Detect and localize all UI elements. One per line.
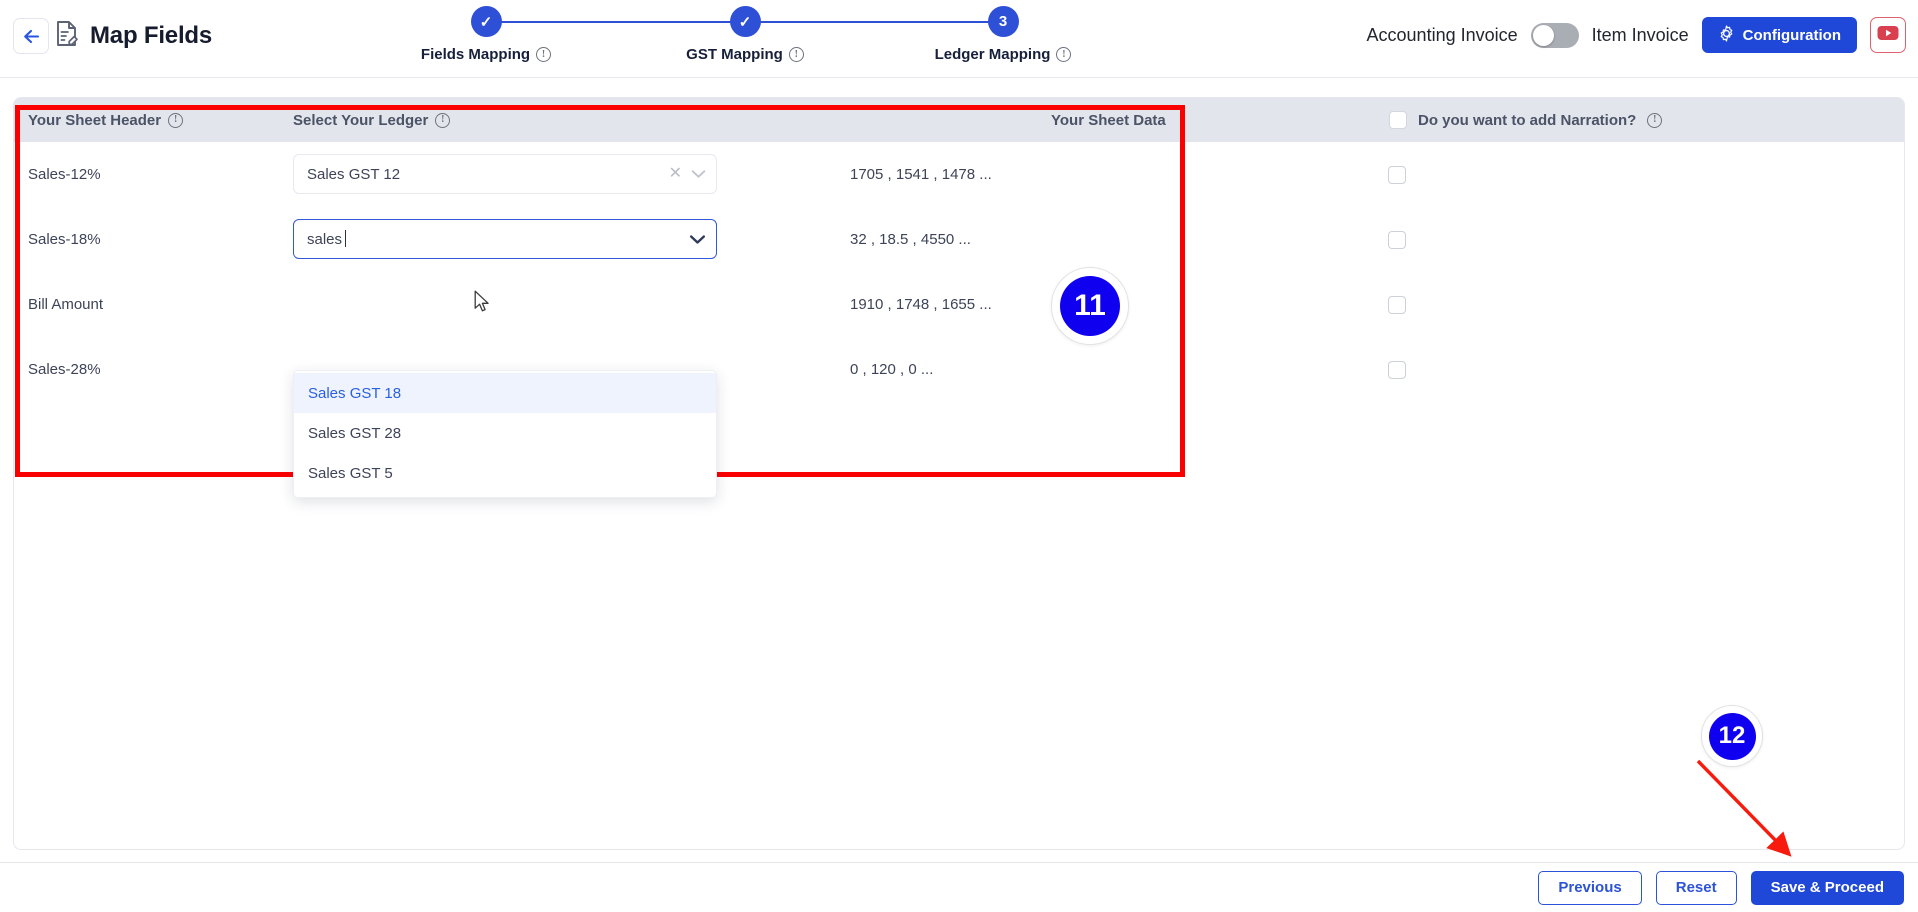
info-icon[interactable]: ! — [168, 112, 184, 128]
row-ledger-cell: sales — [293, 219, 717, 259]
stepper-step-gst-mapping[interactable]: ✓ GST Mapping ! — [645, 6, 845, 63]
column-header-narration: Do you want to add Narration? ! — [1389, 98, 1663, 142]
stepper-connector-1 — [486, 21, 746, 23]
dropdown-option-sales-gst-18[interactable]: Sales GST 18 — [294, 373, 716, 413]
info-icon[interactable]: ! — [536, 47, 552, 62]
close-icon[interactable]: ✕ — [669, 166, 682, 182]
item-invoice-label: Item Invoice — [1591, 24, 1689, 45]
narration-checkbox-row-2[interactable] — [1388, 230, 1406, 249]
table-row: Sales-18% sales 32 , 18.5 , 4550 ... — [14, 207, 1904, 272]
column-header-narration-label: Do you want to add Narration? — [1418, 111, 1637, 129]
row-narration-cell — [1388, 337, 1406, 402]
ledger-select-typed-text-row-2: sales — [307, 231, 343, 248]
badge-11-value: 11 — [1060, 276, 1120, 336]
previous-button[interactable]: Previous — [1538, 870, 1642, 905]
info-icon[interactable]: ! — [788, 47, 804, 62]
footer-bar: Previous Reset Save & Proceed — [0, 862, 1918, 912]
narration-checkbox-row-1[interactable] — [1388, 165, 1406, 184]
stepper-step-fields-mapping[interactable]: ✓ Fields Mapping ! — [386, 6, 586, 63]
stepper-number-3: 3 — [987, 6, 1019, 37]
top-right-controls: Accounting Invoice Item Invoice Configur… — [1367, 17, 1906, 53]
stepper-label-1: Fields Mapping ! — [386, 46, 586, 63]
ledger-select-icons-row-2 — [689, 234, 706, 245]
stepper-label-text-2: GST Mapping — [686, 46, 783, 63]
row-sheet-header: Sales-18% — [28, 231, 101, 248]
stepper-label-text-3: Ledger Mapping — [934, 46, 1051, 63]
ledger-dropdown-menu[interactable]: Sales GST 18 Sales GST 28 Sales GST 5 — [293, 370, 717, 498]
configuration-button[interactable]: Configuration — [1701, 17, 1857, 53]
invoice-type-toggle[interactable] — [1530, 22, 1579, 48]
top-bar: Map Fields ✓ Fields Mapping ! ✓ GST Mapp… — [0, 0, 1918, 78]
dropdown-option-sales-gst-5[interactable]: Sales GST 5 — [294, 453, 716, 493]
page-title-group: Map Fields — [55, 20, 212, 52]
dropdown-option-sales-gst-28[interactable]: Sales GST 28 — [294, 413, 716, 453]
mapping-card: Your Sheet Header ! Select Your Ledger !… — [13, 97, 1905, 850]
save-and-proceed-button[interactable]: Save & Proceed — [1750, 870, 1904, 905]
stepper-label-2: GST Mapping ! — [645, 46, 845, 63]
text-cursor — [345, 230, 347, 247]
gear-icon — [1718, 24, 1735, 46]
row-narration-cell — [1388, 142, 1406, 207]
column-header-sheet-header: Your Sheet Header ! — [28, 98, 184, 142]
narration-select-all-checkbox[interactable] — [1389, 111, 1407, 129]
badge-12: 12 — [1701, 705, 1763, 767]
row-sheet-data: 32 , 18.5 , 4550 ... — [850, 231, 971, 248]
row-narration-cell — [1388, 207, 1406, 272]
row-sheet-data: 1910 , 1748 , 1655 ... — [850, 296, 992, 313]
info-icon[interactable]: ! — [1056, 47, 1072, 62]
toggle-knob — [1532, 24, 1554, 46]
info-icon[interactable]: ! — [1647, 112, 1663, 128]
configuration-label: Configuration — [1742, 26, 1841, 44]
narration-checkbox-row-4[interactable] — [1388, 360, 1406, 379]
stepper: ✓ Fields Mapping ! ✓ GST Mapping ! 3 Led… — [386, 6, 1106, 72]
ledger-select-input-row-2[interactable]: sales — [307, 230, 689, 248]
arrow-annotation — [1696, 759, 1792, 857]
badge-12-value: 12 — [1708, 712, 1756, 760]
table-row: Bill Amount 1910 , 1748 , 1655 ... — [14, 272, 1904, 337]
stepper-check-icon-1: ✓ — [470, 6, 502, 37]
column-header-sheet-header-label: Your Sheet Header — [28, 111, 162, 129]
ledger-select-row-2[interactable]: sales — [293, 219, 717, 259]
row-sheet-data: 0 , 120 , 0 ... — [850, 361, 934, 378]
narration-checkbox-row-3[interactable] — [1388, 295, 1406, 314]
table-body: Sales-12% Sales GST 12 ✕ 1705 , 1541 , 1… — [14, 142, 1904, 402]
column-header-sheet-data: Your Sheet Data — [1051, 98, 1166, 142]
stepper-connector-2 — [746, 21, 1004, 23]
row-sheet-data: 1705 , 1541 , 1478 ... — [850, 166, 992, 183]
stepper-check-icon-2: ✓ — [729, 6, 761, 37]
row-sheet-header: Sales-28% — [28, 361, 101, 378]
info-icon[interactable]: ! — [435, 112, 451, 128]
row-ledger-cell: Sales GST 12 ✕ — [293, 154, 717, 194]
stepper-label-3: Ledger Mapping ! — [903, 46, 1103, 63]
ledger-select-row-1[interactable]: Sales GST 12 ✕ — [293, 154, 717, 194]
stepper-step-ledger-mapping[interactable]: 3 Ledger Mapping ! — [903, 6, 1103, 63]
column-header-sheet-data-label: Your Sheet Data — [1051, 111, 1166, 129]
chevron-down-icon[interactable] — [691, 169, 706, 179]
badge-11: 11 — [1051, 267, 1129, 345]
column-header-select-ledger: Select Your Ledger ! — [293, 98, 451, 142]
ledger-select-icons-row-1: ✕ — [669, 166, 706, 182]
accounting-invoice-label: Accounting Invoice — [1366, 24, 1518, 45]
arrow-left-icon — [22, 28, 41, 45]
reset-button[interactable]: Reset — [1655, 870, 1737, 905]
ledger-select-value-row-1: Sales GST 12 — [307, 165, 401, 183]
row-narration-cell — [1388, 272, 1406, 337]
row-sheet-header: Bill Amount — [28, 296, 104, 313]
stepper-label-text-1: Fields Mapping — [420, 46, 531, 63]
table-row: Sales-12% Sales GST 12 ✕ 1705 , 1541 , 1… — [14, 142, 1904, 207]
chevron-down-icon[interactable] — [689, 234, 706, 245]
document-edit-icon — [55, 20, 79, 52]
mouse-cursor-icon — [474, 290, 491, 319]
back-button[interactable] — [13, 18, 49, 54]
table-header-row: Your Sheet Header ! Select Your Ledger !… — [14, 98, 1904, 142]
column-header-select-ledger-label: Select Your Ledger — [293, 111, 429, 129]
row-sheet-header: Sales-12% — [28, 166, 101, 183]
page-title: Map Fields — [90, 22, 213, 49]
youtube-icon — [1877, 25, 1899, 46]
youtube-help-button[interactable] — [1870, 17, 1906, 53]
